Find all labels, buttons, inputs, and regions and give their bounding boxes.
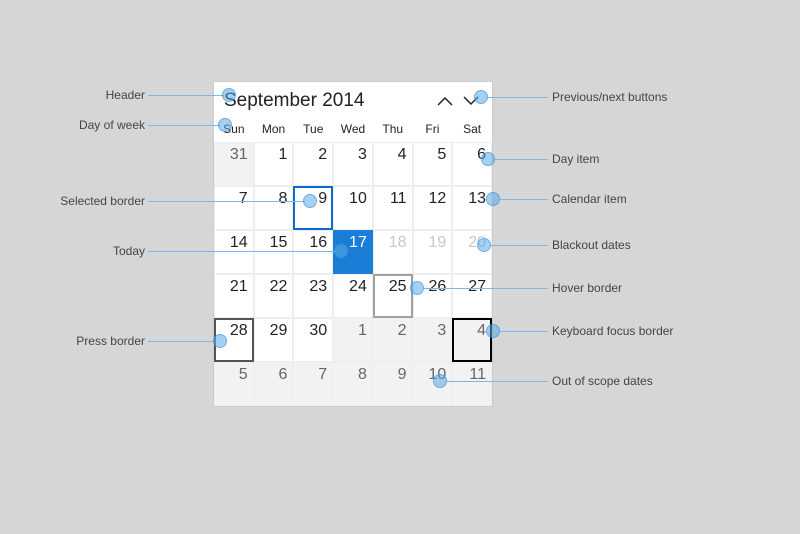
day-of-week-row: Sun Mon Tue Wed Thu Fri Sat	[214, 118, 492, 142]
callout-label: Out of scope dates	[552, 374, 653, 388]
day-cell[interactable]: 29	[254, 318, 294, 362]
callout-line	[148, 125, 220, 126]
callout-line	[447, 381, 548, 382]
day-cell[interactable]: 7	[293, 362, 333, 406]
day-cell[interactable]: 4	[373, 142, 413, 186]
day-cell[interactable]: 15	[254, 230, 294, 274]
callout-line	[148, 341, 215, 342]
day-cell[interactable]: 2	[373, 318, 413, 362]
callout-dot-icon	[410, 281, 424, 295]
callout-line	[495, 159, 548, 160]
callout-dot-icon	[481, 152, 495, 166]
callout-line	[500, 331, 548, 332]
day-cell[interactable]: 3	[413, 318, 453, 362]
day-cell[interactable]: 22	[254, 274, 294, 318]
callout-line	[488, 97, 548, 98]
day-cell[interactable]: 11	[452, 362, 492, 406]
calendar-grid: 3112345678910111213141516171819202122232…	[214, 142, 492, 406]
callout-dot-icon	[433, 374, 447, 388]
day-cell[interactable]: 13	[452, 186, 492, 230]
day-cell[interactable]: 25	[373, 274, 413, 318]
day-cell[interactable]: 27	[452, 274, 492, 318]
dow-label: Fri	[413, 122, 453, 136]
callout-dot-icon	[486, 324, 500, 338]
day-cell[interactable]: 31	[214, 142, 254, 186]
calendar-title[interactable]: September 2014	[224, 90, 432, 112]
calendar-view: September 2014 Sun Mon Tue Wed Thu Fri S…	[213, 81, 493, 407]
calendar-header: September 2014	[214, 82, 492, 118]
callout-label: Day item	[552, 152, 599, 166]
dow-label: Thu	[373, 122, 413, 136]
chevron-up-icon	[437, 96, 453, 106]
callout-label: Previous/next buttons	[552, 90, 667, 104]
day-cell[interactable]: 1	[254, 142, 294, 186]
day-cell[interactable]: 10	[333, 186, 373, 230]
callout-label: Today	[80, 244, 145, 258]
day-cell[interactable]: 20	[452, 230, 492, 274]
callout-label: Header	[80, 88, 145, 102]
callout-dot-icon	[334, 244, 348, 258]
dow-label: Wed	[333, 122, 373, 136]
day-cell[interactable]: 16	[293, 230, 333, 274]
day-cell[interactable]: 7	[214, 186, 254, 230]
day-cell[interactable]: 12	[413, 186, 453, 230]
day-cell[interactable]: 18	[373, 230, 413, 274]
day-cell[interactable]: 14	[214, 230, 254, 274]
dow-label: Mon	[254, 122, 294, 136]
callout-line	[491, 245, 548, 246]
day-cell[interactable]: 9	[293, 186, 333, 230]
dow-label: Sat	[452, 122, 492, 136]
dow-label: Tue	[293, 122, 333, 136]
callout-label: Day of week	[60, 118, 145, 132]
callout-label: Hover border	[552, 281, 622, 295]
day-cell[interactable]: 9	[373, 362, 413, 406]
day-cell[interactable]: 4	[452, 318, 492, 362]
callout-label: Calendar item	[552, 192, 627, 206]
prev-button[interactable]	[432, 88, 458, 114]
day-cell[interactable]: 21	[214, 274, 254, 318]
day-cell[interactable]: 5	[214, 362, 254, 406]
callout-dot-icon	[222, 88, 236, 102]
day-cell[interactable]: 11	[373, 186, 413, 230]
day-cell[interactable]: 2	[293, 142, 333, 186]
day-cell[interactable]: 23	[293, 274, 333, 318]
callout-label: Keyboard focus border	[552, 324, 673, 338]
day-cell[interactable]: 8	[333, 362, 373, 406]
callout-label: Press border	[60, 334, 145, 348]
callout-line	[148, 95, 224, 96]
callout-line	[148, 251, 336, 252]
callout-line	[148, 201, 305, 202]
day-cell[interactable]: 8	[254, 186, 294, 230]
callout-dot-icon	[486, 192, 500, 206]
day-cell[interactable]: 30	[293, 318, 333, 362]
day-cell[interactable]: 3	[333, 142, 373, 186]
callout-dot-icon	[477, 238, 491, 252]
callout-dot-icon	[474, 90, 488, 104]
callout-line	[500, 199, 548, 200]
day-cell[interactable]: 19	[413, 230, 453, 274]
callout-dot-icon	[213, 334, 227, 348]
day-cell[interactable]: 24	[333, 274, 373, 318]
callout-line	[424, 288, 548, 289]
callout-label: Selected border	[50, 194, 145, 208]
callout-dot-icon	[218, 118, 232, 132]
day-cell[interactable]: 1	[333, 318, 373, 362]
callout-label: Blackout dates	[552, 238, 631, 252]
day-cell[interactable]: 6	[254, 362, 294, 406]
callout-dot-icon	[303, 194, 317, 208]
day-cell[interactable]: 5	[413, 142, 453, 186]
